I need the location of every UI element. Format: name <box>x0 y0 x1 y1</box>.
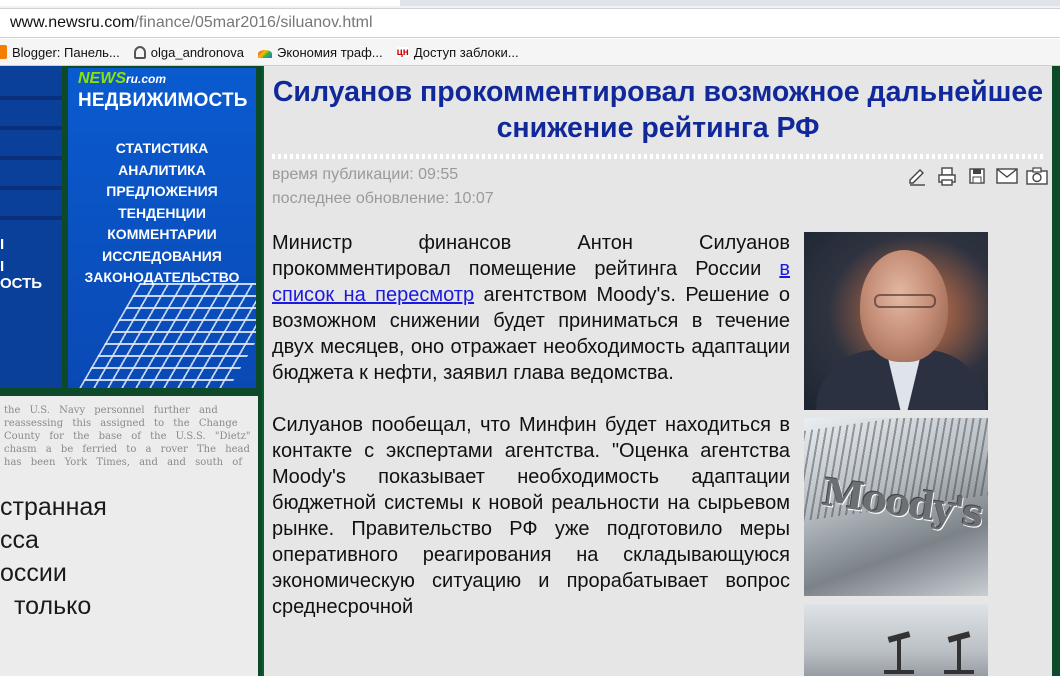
paragraph-text: Министр финансов Антон Силуанов прокомме… <box>272 232 790 280</box>
logo-news: NEWS <box>78 70 126 87</box>
siluanov-photo[interactable] <box>804 232 988 410</box>
oil-pump-icon <box>944 634 974 674</box>
web-page: I I ОСТЬ NEWSru.com НЕДВИЖИМОСТЬ СТАТИСТ… <box>0 66 1060 676</box>
bookmark-access[interactable]: цн Доступ заблоки... <box>396 44 519 60</box>
bookmark-label: Доступ заблоки... <box>413 44 519 60</box>
bookmark-label: olga_andronova <box>150 44 245 60</box>
bookmark-label: Экономия траф... <box>277 44 383 60</box>
dotted-divider <box>272 154 1046 159</box>
strip-text: ОСТЬ <box>0 275 43 292</box>
left-sidebar: I I ОСТЬ NEWSru.com НЕДВИЖИМОСТЬ СТАТИСТ… <box>0 66 262 676</box>
rainbow-icon <box>258 50 273 58</box>
realty-banner[interactable]: NEWSru.com НЕДВИЖИМОСТЬ СТАТИСТИКА АНАЛИ… <box>68 68 256 388</box>
oil-rigs-photo[interactable] <box>804 604 988 676</box>
bookmark-traffic[interactable]: Экономия траф... <box>258 45 383 60</box>
paragraph: Министр финансов Антон Силуанов прокомме… <box>272 230 790 386</box>
banner-item: ИССЛЕДОВАНИЯ <box>102 247 222 264</box>
banner-item: АНАЛИТИКА <box>118 161 206 178</box>
newspaper-clipping-ad[interactable]: the U.S. Navy personnel further and reas… <box>0 396 258 676</box>
newspaper-fine-print: the U.S. Navy personnel further and reas… <box>4 405 251 468</box>
banner-item: СТАТИСТИКА <box>115 140 209 156</box>
banner-item: КОММЕНТАРИИ <box>107 226 217 242</box>
published-time: время публикации: 09:55 <box>272 166 459 183</box>
url-host: www.newsru.com <box>10 14 135 31</box>
browser-toolbar: www.newsru.com/finance/05mar2016/siluano… <box>0 0 1060 38</box>
article: Силуанов прокомментировал возможное даль… <box>264 66 1052 676</box>
print-icon[interactable] <box>936 166 958 186</box>
banner-list: СТАТИСТИКА АНАЛИТИКА ПРЕДЛОЖЕНИЯ ТЕНДЕНЦ… <box>68 138 256 289</box>
banner-title: НЕДВИЖИМОСТЬ <box>78 90 248 111</box>
camera-icon[interactable] <box>1026 166 1048 186</box>
bookmark-label: Blogger: Панель... <box>12 44 120 60</box>
moodys-photo[interactable]: Moody's <box>804 418 988 596</box>
blogger-icon <box>0 45 7 59</box>
active-tab-edge <box>0 0 400 6</box>
banner-item: ПРЕДЛОЖЕНИЯ <box>106 183 218 199</box>
headline-line: оссии <box>0 559 67 587</box>
bookmark-olga[interactable]: olga_andronova <box>133 44 245 60</box>
side-banner-strip[interactable]: I I ОСТЬ <box>0 66 62 388</box>
article-body: Министр финансов Антон Силуанов прокомме… <box>272 230 790 646</box>
paragraph: Силуанов пообещал, что Минфин будет нахо… <box>272 414 790 618</box>
article-headline: Силуанов прокомментировал возможное даль… <box>272 76 1044 144</box>
tab-strip <box>0 0 1060 6</box>
newspaper-headline: странная сса оссии только <box>0 491 107 623</box>
banner-item: ТЕНДЕНЦИИ <box>118 204 206 221</box>
url-path: /finance/05mar2016/siluanov.html <box>134 14 373 31</box>
article-tools <box>898 166 1048 186</box>
building-graphic <box>76 283 256 388</box>
address-bar[interactable]: www.newsru.com/finance/05mar2016/siluano… <box>0 8 1060 38</box>
photo-glasses <box>874 294 936 308</box>
mail-icon[interactable] <box>996 166 1018 186</box>
strip-text: I <box>0 236 5 253</box>
updated-time: последнее обновление: 10:07 <box>272 190 494 207</box>
save-icon[interactable] <box>966 166 988 186</box>
headline-line: сса <box>0 526 39 554</box>
edit-icon[interactable] <box>906 166 928 186</box>
user-icon <box>133 45 146 59</box>
cn-icon: цн <box>396 46 409 58</box>
oil-pump-icon <box>884 634 914 674</box>
article-meta: время публикации: 09:55 последнее обновл… <box>272 163 494 211</box>
banner-logo: NEWSru.com <box>78 70 166 88</box>
bookmarks-bar: Blogger: Панель... olga_andronova Эконом… <box>0 39 1060 66</box>
strip-text: I <box>0 258 5 275</box>
headline-line: только <box>14 592 92 620</box>
headline-line: странная <box>0 493 107 521</box>
logo-domain: ru.com <box>126 72 167 86</box>
bookmark-blogger[interactable]: Blogger: Панель... <box>0 45 120 60</box>
page-border <box>1052 66 1060 676</box>
